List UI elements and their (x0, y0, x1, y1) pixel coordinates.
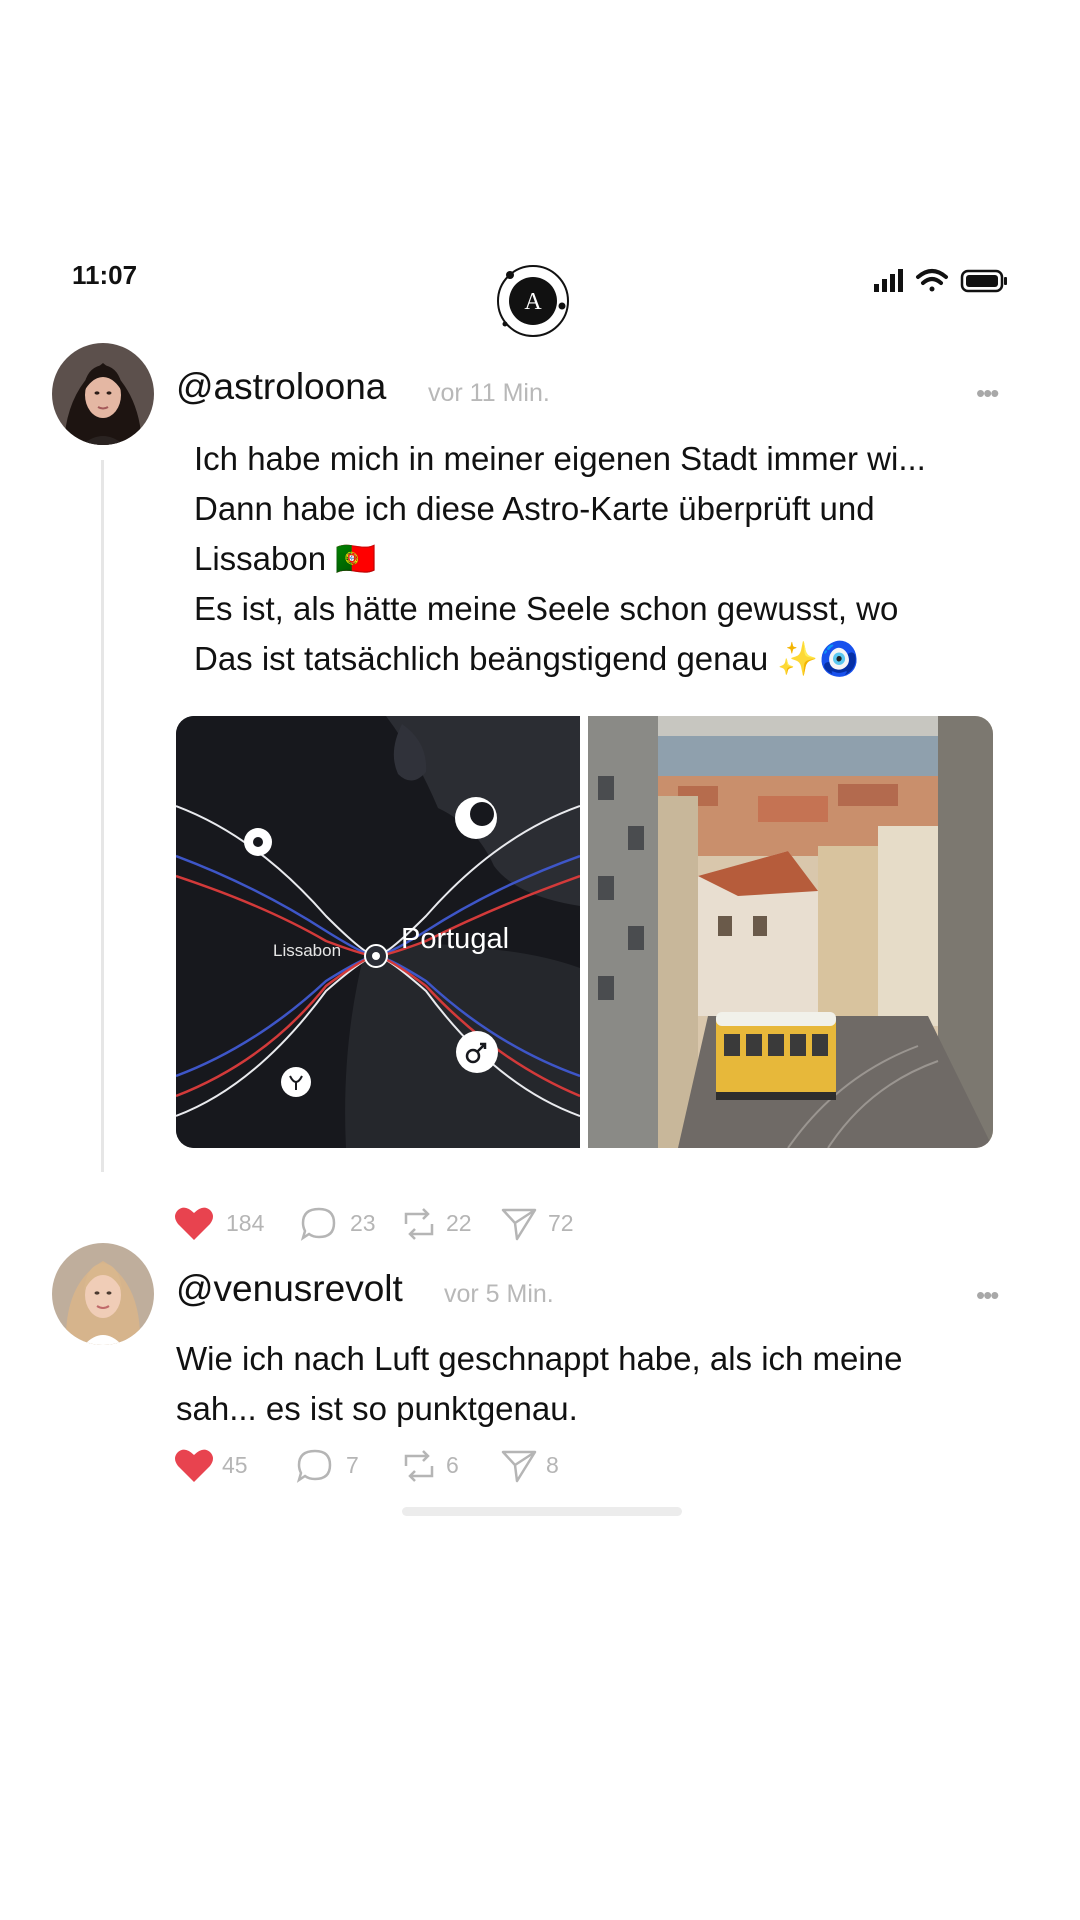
app-logo-icon[interactable]: A (494, 262, 572, 340)
location-pin-icon (364, 944, 388, 968)
wifi-icon (916, 269, 948, 292)
post-body: Ich habe mich in meiner eigenen Stadt im… (194, 434, 1020, 684)
heart-icon (175, 1207, 213, 1240)
avatar-astroloona[interactable] (52, 343, 154, 445)
heart-icon (175, 1449, 213, 1482)
system-status-icons (874, 269, 1007, 293)
post-line: Das ist tatsächlich beängstigend genau ✨… (194, 640, 860, 677)
post-line: Lissabon 🇵🇹 (194, 540, 377, 577)
more-options-button[interactable]: ••• (976, 378, 999, 409)
share-count: 8 (546, 1452, 559, 1478)
like-count: 184 (226, 1210, 265, 1236)
comment-icon (300, 1207, 336, 1241)
tram-icon (716, 1012, 836, 1100)
post-actions: 45 7 6 8 (174, 1446, 594, 1486)
send-icon (501, 1450, 537, 1483)
avatar-venusrevolt[interactable] (52, 1243, 154, 1345)
app-logo-letter: A (524, 289, 542, 315)
post-media[interactable]: Lissabon Portugal (176, 716, 993, 1148)
post-handle[interactable]: @venusrevolt (176, 1268, 403, 1310)
post-line: Es ist, als hätte meine Seele schon gewu… (194, 590, 899, 627)
post-line: sah... es ist so punktgenau. (176, 1390, 578, 1427)
signal-icon (874, 269, 903, 292)
repost-count: 6 (446, 1452, 459, 1478)
comment-count: 23 (350, 1210, 376, 1236)
send-icon (501, 1208, 537, 1241)
map-label-city: Lissabon (273, 941, 341, 960)
repost-icon (404, 1450, 434, 1482)
status-time: 11:07 (72, 260, 138, 290)
post-line: Dann habe ich diese Astro-Karte überprüf… (194, 490, 875, 527)
post-time: vor 11 Min. (428, 379, 550, 407)
repost-icon (404, 1208, 434, 1240)
post-body: Wie ich nach Luft geschnappt habe, als i… (176, 1334, 1026, 1434)
more-options-button[interactable]: ••• (976, 1280, 999, 1311)
share-count: 72 (548, 1210, 574, 1236)
astro-map-image[interactable]: Lissabon Portugal (176, 716, 580, 1148)
moon-icon (455, 797, 497, 839)
sun-icon (244, 828, 272, 856)
post-line: Wie ich nach Luft geschnappt habe, als i… (176, 1340, 903, 1377)
post-line: Ich habe mich in meiner eigenen Stadt im… (194, 440, 926, 477)
battery-icon (960, 269, 1007, 293)
lisbon-photo[interactable] (588, 716, 993, 1148)
like-count: 45 (222, 1452, 248, 1478)
map-label-country: Portugal (401, 923, 509, 955)
home-indicator[interactable] (402, 1507, 682, 1516)
post-time: vor 5 Min. (444, 1280, 554, 1308)
thread-connector (101, 460, 104, 1172)
pluto-icon (281, 1067, 311, 1097)
post-actions: 184 23 22 72 (174, 1204, 594, 1244)
comment-icon (296, 1449, 332, 1483)
post-handle[interactable]: @astroloona (176, 366, 386, 408)
comment-count: 7 (346, 1452, 359, 1478)
mars-icon (456, 1031, 498, 1073)
repost-count: 22 (446, 1210, 472, 1236)
